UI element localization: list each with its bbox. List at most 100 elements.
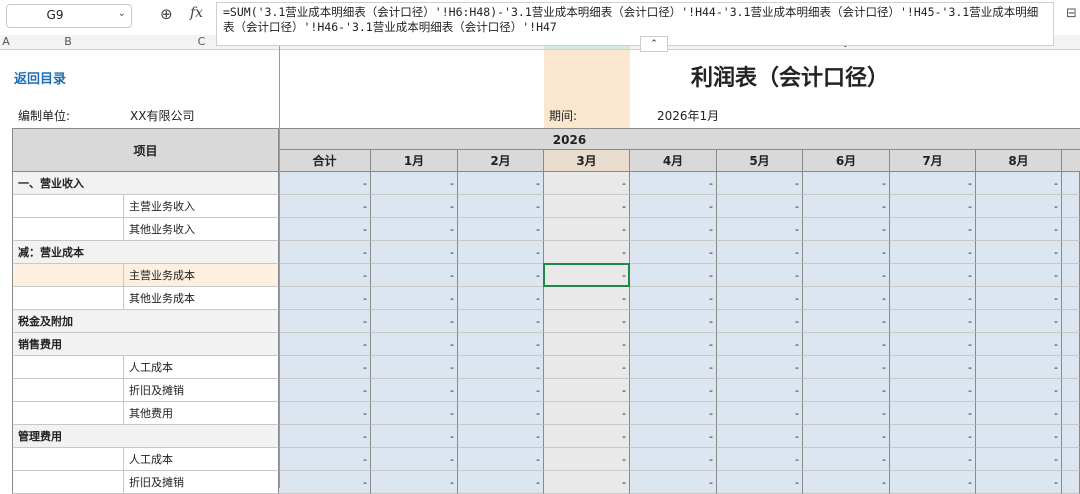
data-cell[interactable]: - [458, 218, 544, 241]
data-cell[interactable]: - [279, 448, 371, 471]
data-cell[interactable]: - [371, 448, 458, 471]
data-cell[interactable]: - [717, 218, 803, 241]
data-cell[interactable]: - [890, 172, 976, 195]
data-cell[interactable]: - [976, 356, 1062, 379]
data-cell[interactable]: - [458, 402, 544, 425]
data-cell[interactable] [1062, 379, 1080, 402]
data-cell[interactable]: - [544, 218, 630, 241]
data-cell[interactable]: - [630, 425, 717, 448]
data-cell[interactable]: - [717, 333, 803, 356]
data-cell[interactable]: - [717, 195, 803, 218]
fx-icon[interactable]: fx [190, 5, 203, 21]
data-cell[interactable]: - [803, 195, 890, 218]
data-cell[interactable]: - [630, 471, 717, 494]
data-cell[interactable]: - [544, 425, 630, 448]
data-cell[interactable] [1062, 172, 1080, 195]
data-cell[interactable]: - [279, 333, 371, 356]
data-cell[interactable]: - [890, 218, 976, 241]
data-cell[interactable]: - [717, 402, 803, 425]
data-cell[interactable]: - [544, 471, 630, 494]
data-cell[interactable]: - [279, 310, 371, 333]
data-cell[interactable]: - [890, 264, 976, 287]
data-cell[interactable]: - [890, 425, 976, 448]
data-cell[interactable]: - [279, 218, 371, 241]
data-cell[interactable] [1062, 264, 1080, 287]
data-cell[interactable]: - [890, 379, 976, 402]
data-cell[interactable]: - [371, 356, 458, 379]
data-cell[interactable]: - [976, 402, 1062, 425]
data-cell[interactable]: - [803, 333, 890, 356]
data-cell[interactable]: - [976, 471, 1062, 494]
data-cell[interactable]: - [976, 425, 1062, 448]
back-to-index-link[interactable]: 返回目录 [14, 68, 114, 88]
data-cell[interactable]: - [803, 425, 890, 448]
column-header-A[interactable]: A [0, 35, 12, 49]
data-cell[interactable]: - [279, 425, 371, 448]
data-cell[interactable] [1062, 333, 1080, 356]
data-cell[interactable]: - [458, 448, 544, 471]
data-cell[interactable]: - [630, 448, 717, 471]
data-cell[interactable]: - [371, 195, 458, 218]
data-cell[interactable]: - [458, 471, 544, 494]
data-cell[interactable]: - [803, 402, 890, 425]
data-cell[interactable]: - [279, 195, 371, 218]
data-cell[interactable]: - [890, 287, 976, 310]
data-cell[interactable]: - [630, 333, 717, 356]
data-cell[interactable]: - [976, 379, 1062, 402]
data-cell[interactable]: - [279, 241, 371, 264]
data-cell[interactable]: - [544, 356, 630, 379]
data-cell[interactable]: - [279, 402, 371, 425]
data-cell[interactable]: - [371, 264, 458, 287]
data-cell[interactable]: - [544, 333, 630, 356]
data-cell[interactable]: - [803, 356, 890, 379]
data-cell[interactable]: - [371, 241, 458, 264]
data-cell[interactable]: - [630, 356, 717, 379]
data-cell[interactable]: - [717, 287, 803, 310]
data-cell[interactable]: - [458, 287, 544, 310]
data-cell[interactable]: - [544, 310, 630, 333]
active-cell-selection[interactable] [543, 263, 630, 287]
data-cell[interactable]: - [371, 425, 458, 448]
data-cell[interactable]: - [803, 287, 890, 310]
data-cell[interactable]: - [458, 264, 544, 287]
data-cell[interactable]: - [544, 172, 630, 195]
data-cell[interactable] [1062, 356, 1080, 379]
data-cell[interactable]: - [890, 356, 976, 379]
data-cell[interactable]: - [717, 241, 803, 264]
data-cell[interactable]: - [544, 379, 630, 402]
expand-panel-icon[interactable]: ⊟ [1066, 6, 1077, 21]
data-cell[interactable]: - [371, 379, 458, 402]
data-cell[interactable]: - [458, 241, 544, 264]
data-cell[interactable]: - [976, 218, 1062, 241]
magnifier-zoom-icon[interactable]: ⊕ [160, 5, 173, 23]
data-cell[interactable]: - [458, 425, 544, 448]
data-cell[interactable]: - [717, 425, 803, 448]
data-cell[interactable]: - [890, 448, 976, 471]
data-cell[interactable] [1062, 310, 1080, 333]
data-cell[interactable]: - [890, 195, 976, 218]
data-cell[interactable]: - [279, 356, 371, 379]
data-cell[interactable]: - [803, 218, 890, 241]
data-cell[interactable]: - [279, 264, 371, 287]
data-cell[interactable]: - [371, 172, 458, 195]
data-cell[interactable]: - [890, 471, 976, 494]
data-cell[interactable] [1062, 402, 1080, 425]
data-cell[interactable]: - [544, 241, 630, 264]
data-cell[interactable] [1062, 195, 1080, 218]
data-cell[interactable]: - [458, 333, 544, 356]
data-cell[interactable]: - [544, 448, 630, 471]
data-cell[interactable]: - [458, 195, 544, 218]
data-cell[interactable]: - [371, 310, 458, 333]
data-cell[interactable]: - [803, 379, 890, 402]
chevron-down-icon[interactable]: ⌄ [118, 8, 126, 19]
data-cell[interactable]: - [803, 241, 890, 264]
data-cell[interactable] [1062, 241, 1080, 264]
data-cell[interactable]: - [803, 172, 890, 195]
data-cell[interactable] [1062, 425, 1080, 448]
data-cell[interactable]: - [976, 264, 1062, 287]
data-cell[interactable]: - [803, 471, 890, 494]
data-cell[interactable]: - [630, 172, 717, 195]
data-cell[interactable]: - [458, 356, 544, 379]
data-cell[interactable]: - [890, 402, 976, 425]
data-cell[interactable]: - [976, 172, 1062, 195]
